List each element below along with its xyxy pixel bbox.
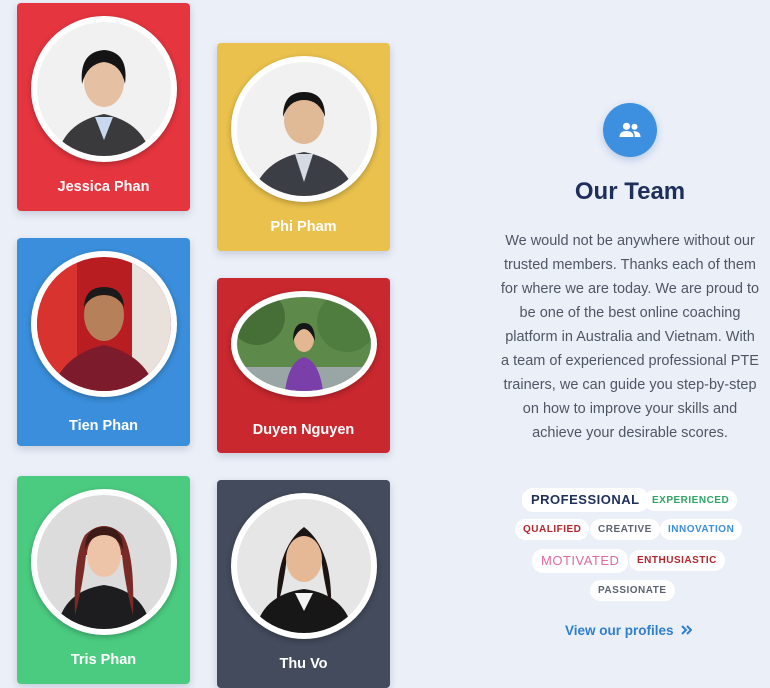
tag: CREATIVE: [590, 519, 660, 540]
member-photo: [231, 56, 377, 202]
tag: EXPERIENCED: [644, 490, 738, 511]
member-card-duyen[interactable]: Duyen Nguyen: [217, 278, 390, 453]
member-card-thu[interactable]: Thu Vo: [217, 480, 390, 688]
member-name: Tien Phan: [68, 418, 139, 434]
member-name: Thu Vo: [279, 656, 328, 672]
member-card-jessica[interactable]: Jessica Phan: [17, 3, 190, 211]
member-photo: [31, 16, 177, 162]
member-name: Jessica Phan: [57, 179, 150, 195]
view-profiles-label: View our profiles: [565, 623, 674, 638]
tag: PROFESSIONAL: [522, 488, 649, 512]
member-name: Phi Pham: [270, 219, 337, 235]
users-icon: [603, 103, 657, 157]
tag: INNOVATION: [660, 519, 743, 540]
tag: PASSIONATE: [590, 580, 675, 601]
tag: ENTHUSIASTIC: [629, 550, 725, 571]
tag: MOTIVATED: [532, 549, 629, 573]
member-name: Duyen Nguyen: [252, 422, 355, 438]
member-photo: [231, 493, 377, 639]
member-card-phi[interactable]: Phi Pham: [217, 43, 390, 251]
section-title: Our Team: [574, 178, 686, 205]
member-photo: [31, 489, 177, 635]
team-description: We would not be anywhere without our tru…: [500, 233, 760, 441]
double-chevron-right-icon: [681, 623, 693, 638]
tag: QUALIFIED: [515, 519, 590, 540]
member-photo: [231, 291, 377, 397]
member-name: Tris Phan: [70, 652, 137, 668]
view-profiles-link[interactable]: View our profiles: [565, 623, 693, 638]
member-card-tien[interactable]: Tien Phan: [17, 238, 190, 446]
member-card-tris[interactable]: Tris Phan: [17, 476, 190, 684]
member-photo: [31, 251, 177, 397]
